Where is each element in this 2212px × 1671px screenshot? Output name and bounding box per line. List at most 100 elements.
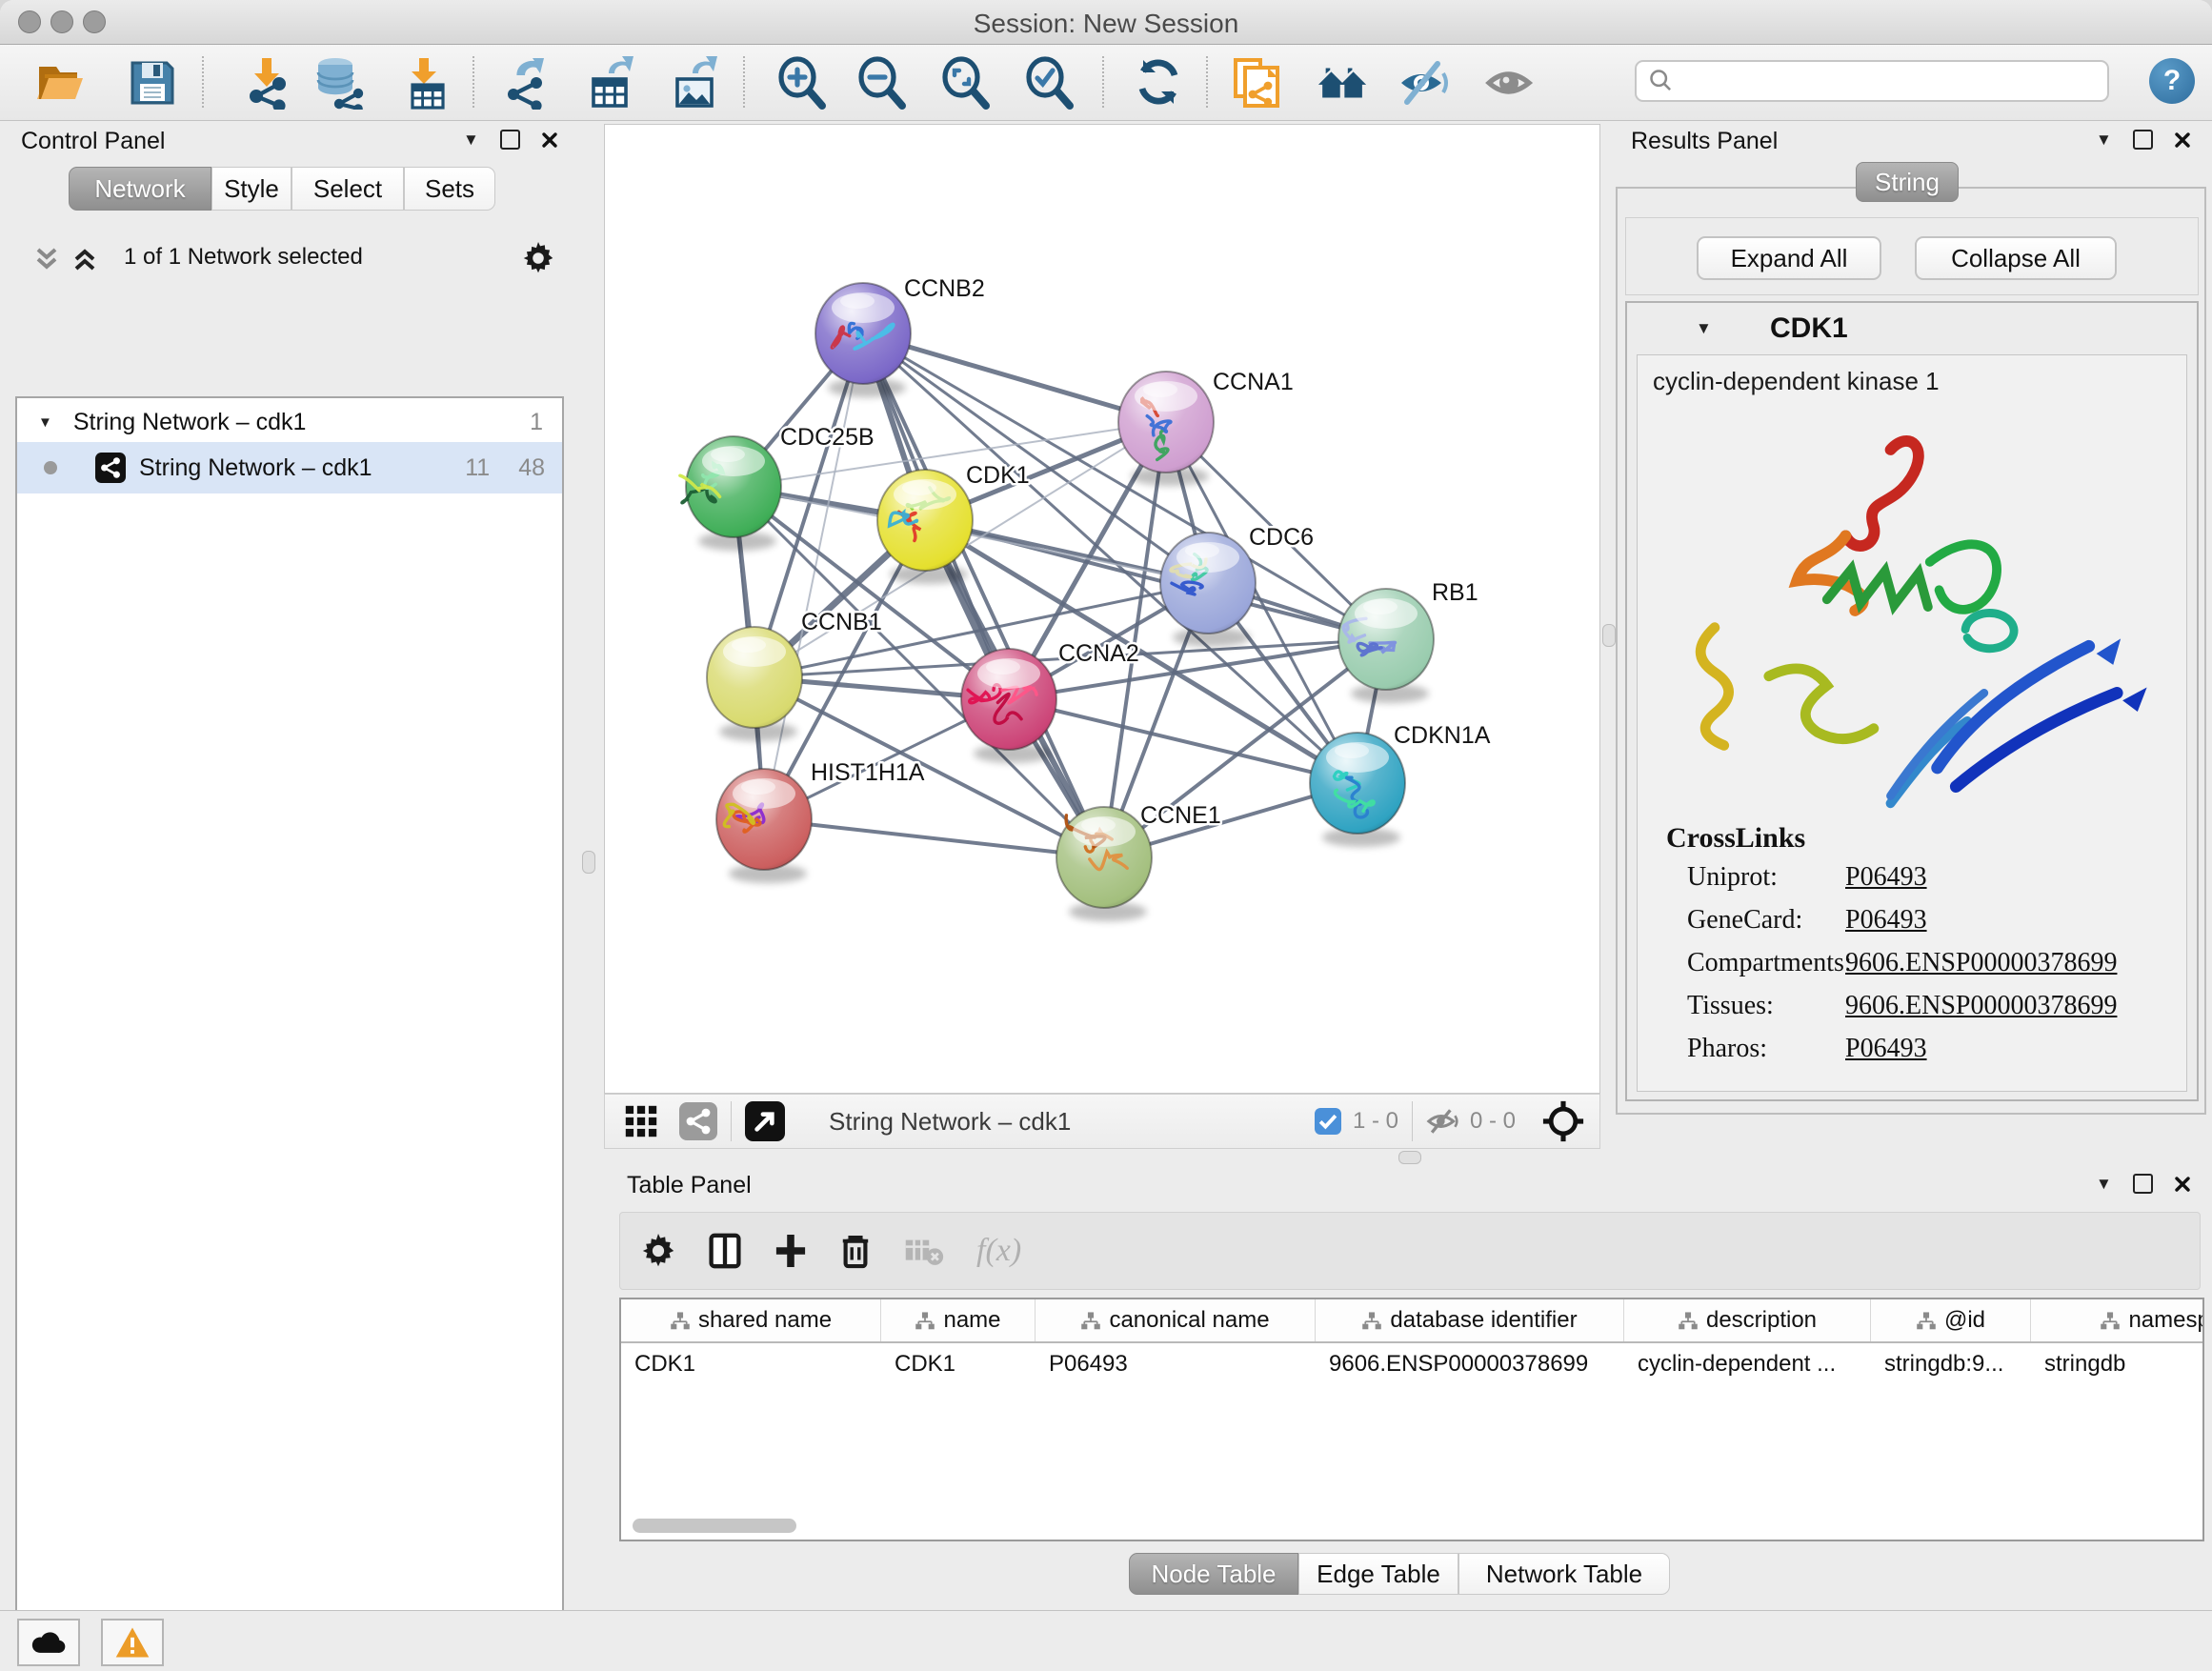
- network-node-CDC25B[interactable]: [680, 436, 781, 551]
- network-node-count: 11: [465, 454, 490, 482]
- table-cell[interactable]: CDK1: [881, 1343, 1036, 1387]
- table-cell[interactable]: CDK1: [621, 1343, 881, 1387]
- create-column-plus-icon[interactable]: [774, 1233, 807, 1269]
- zoom-in-icon[interactable]: [775, 57, 829, 109]
- svg-text:RB1: RB1: [1432, 579, 1478, 606]
- svg-text:CDKN1A: CDKN1A: [1394, 722, 1491, 749]
- column-header-canonical-name[interactable]: canonical name: [1036, 1299, 1316, 1341]
- column-header-shared-name[interactable]: shared name: [621, 1299, 881, 1341]
- collapse-panel-icon[interactable]: ▼: [2096, 131, 2112, 148]
- left-splitter-handle[interactable]: [582, 851, 595, 874]
- table-row[interactable]: CDK1CDK1P064939606.ENSP00000378699cyclin…: [621, 1343, 2202, 1387]
- network-node-CCNB2[interactable]: [815, 283, 911, 397]
- collection-disclosure-icon[interactable]: ▼: [38, 415, 52, 430]
- crosslink-genecard-link[interactable]: P06493: [1845, 905, 1927, 936]
- float-panel-icon[interactable]: [2133, 130, 2153, 150]
- network-node-CCNA1[interactable]: [1118, 372, 1214, 486]
- crosslink-uniprot-link[interactable]: P06493: [1845, 862, 1927, 893]
- float-panel-icon[interactable]: [2133, 1174, 2153, 1194]
- import-table-file-icon[interactable]: [400, 57, 453, 109]
- collapse-all-chevron-icon[interactable]: [32, 244, 61, 274]
- column-header-@id[interactable]: @id: [1871, 1299, 2031, 1341]
- export-table-icon[interactable]: [585, 57, 638, 109]
- show-all-eye-icon[interactable]: [1484, 57, 1538, 109]
- svg-text:CCNE1: CCNE1: [1140, 802, 1221, 829]
- tab-node-table[interactable]: Node Table: [1129, 1553, 1298, 1595]
- control-panel-window-buttons: ▼: [463, 130, 558, 150]
- clone-network-icon[interactable]: [1229, 57, 1282, 109]
- network-canvas[interactable]: CCNB2CCNA1CDC25BCDK1CDC6RB1CCNB1CCNA2CDK…: [604, 124, 1600, 1094]
- network-row-label: String Network – cdk1: [139, 454, 372, 482]
- network-node-HIST1H1A[interactable]: [716, 769, 812, 883]
- export-image-icon[interactable]: [669, 57, 722, 109]
- column-header-name[interactable]: name: [881, 1299, 1036, 1341]
- table-cell[interactable]: stringdb:9...: [1871, 1343, 2031, 1387]
- zoom-out-icon[interactable]: [855, 57, 909, 109]
- tab-sets[interactable]: Sets: [404, 167, 495, 211]
- cloud-button[interactable]: [17, 1619, 80, 1666]
- zoom-selected-icon[interactable]: [1023, 57, 1076, 109]
- collapse-panel-icon[interactable]: ▼: [463, 131, 479, 148]
- network-node-CDK1[interactable]: [877, 470, 973, 584]
- import-network-database-icon[interactable]: [312, 57, 366, 109]
- fit-crosshair-icon[interactable]: [1542, 1100, 1584, 1142]
- network-node-RB1[interactable]: [1338, 589, 1434, 703]
- save-session-icon[interactable]: [126, 57, 179, 109]
- status-bar: Memory: [0, 1610, 2212, 1671]
- detach-view-icon[interactable]: [745, 1101, 785, 1141]
- refresh-icon[interactable]: [1132, 57, 1185, 109]
- string-share-icon[interactable]: [679, 1102, 717, 1140]
- tab-select[interactable]: Select: [292, 167, 404, 211]
- table-options-gear-icon[interactable]: [641, 1234, 675, 1268]
- tab-edge-table[interactable]: Edge Table: [1298, 1553, 1458, 1595]
- birdseye-grid-icon[interactable]: [624, 1104, 658, 1138]
- crosslink-pharos-link[interactable]: P06493: [1845, 1034, 1927, 1064]
- tab-network-table[interactable]: Network Table: [1458, 1553, 1670, 1595]
- collapse-panel-icon[interactable]: ▼: [2096, 1176, 2112, 1192]
- network-options-gear-icon[interactable]: [522, 242, 554, 274]
- table-horizontal-scrollbar[interactable]: [633, 1519, 796, 1533]
- close-panel-icon[interactable]: [2174, 131, 2191, 149]
- collapse-all-button[interactable]: Collapse All: [1915, 236, 2117, 280]
- column-header-database-identifier[interactable]: database identifier: [1316, 1299, 1624, 1341]
- search-bar[interactable]: [1635, 60, 2109, 102]
- network-node-CCNE1[interactable]: [1056, 807, 1152, 921]
- help-button[interactable]: ?: [2149, 58, 2195, 104]
- network-collection-row[interactable]: ▼ String Network – cdk1 1: [17, 402, 562, 442]
- horizontal-splitter-handle[interactable]: [1398, 1151, 1421, 1164]
- import-network-file-icon[interactable]: [240, 57, 293, 109]
- table-cell[interactable]: stringdb: [2031, 1343, 2204, 1387]
- table-cell[interactable]: 9606.ENSP00000378699: [1316, 1343, 1624, 1387]
- gene-disclosure-icon[interactable]: ▼: [1696, 320, 1712, 336]
- expand-all-button[interactable]: Expand All: [1697, 236, 1881, 280]
- home-neighbors-icon[interactable]: [1317, 57, 1370, 109]
- zoom-fit-icon[interactable]: [939, 57, 993, 109]
- network-node-CCNB1[interactable]: [707, 627, 802, 741]
- column-header-namespace[interactable]: namespace: [2031, 1299, 2204, 1341]
- tab-string[interactable]: String: [1856, 162, 1959, 202]
- hide-selected-eye-slash-icon[interactable]: [1397, 57, 1450, 109]
- tab-style[interactable]: Style: [211, 167, 292, 211]
- table-cell[interactable]: cyclin-dependent ...: [1624, 1343, 1871, 1387]
- export-network-icon[interactable]: [499, 57, 553, 109]
- float-panel-icon[interactable]: [500, 130, 520, 150]
- open-session-icon[interactable]: [34, 57, 88, 109]
- crosslink-compartments-link[interactable]: 9606.ENSP00000378699: [1845, 948, 2117, 978]
- close-panel-icon[interactable]: [541, 131, 558, 149]
- network-row-selected[interactable]: String Network – cdk1 11 48: [17, 442, 562, 493]
- network-selection-bar: 1 of 1 Network selected: [0, 240, 575, 278]
- warnings-button[interactable]: [101, 1619, 164, 1666]
- close-panel-icon[interactable]: [2174, 1176, 2191, 1193]
- tab-network[interactable]: Network: [69, 167, 211, 211]
- delete-column-trash-icon[interactable]: [839, 1232, 872, 1270]
- show-columns-icon[interactable]: [708, 1232, 742, 1270]
- expand-all-chevron-icon[interactable]: [70, 244, 99, 274]
- crosslink-tissues-link[interactable]: 9606.ENSP00000378699: [1845, 991, 2117, 1021]
- toolbar-separator: [1102, 56, 1104, 108]
- network-node-CDKN1A[interactable]: [1310, 733, 1405, 847]
- selected-checkbox-icon[interactable]: [1315, 1108, 1341, 1135]
- search-input[interactable]: [1675, 67, 2088, 95]
- column-header-description[interactable]: description: [1624, 1299, 1871, 1341]
- main-toolbar: ?: [0, 45, 2212, 121]
- table-cell[interactable]: P06493: [1036, 1343, 1316, 1387]
